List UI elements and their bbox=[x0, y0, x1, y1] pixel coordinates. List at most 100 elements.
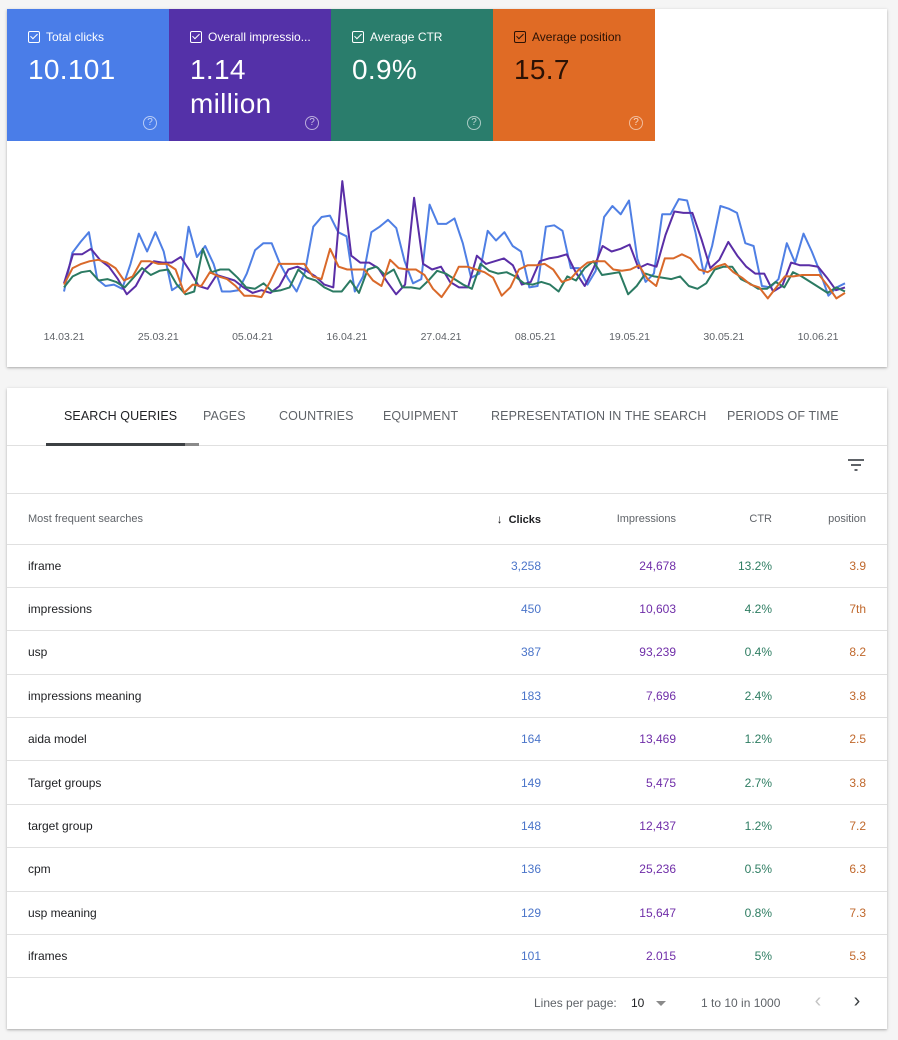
checkbox-checked-icon[interactable] bbox=[352, 31, 364, 43]
query-cell: iframes bbox=[7, 934, 431, 979]
ctr-cell: 1.2% bbox=[676, 717, 772, 762]
clicks-cell: 387 bbox=[431, 630, 541, 675]
position-cell: 7.2 bbox=[772, 804, 887, 849]
table-row[interactable]: iframe 3,258 24,678 13.2% 3.9 bbox=[7, 544, 887, 588]
table-row[interactable]: target group 148 12,437 1.2% 7.2 bbox=[7, 804, 887, 849]
x-tick-label: 14.03.21 bbox=[44, 331, 85, 343]
checkbox-checked-icon[interactable] bbox=[190, 31, 202, 43]
impressions-cell: 25,236 bbox=[541, 847, 676, 892]
metric-average-position[interactable]: Average position 15.7 ? bbox=[493, 9, 655, 141]
tab-periods-of-time[interactable]: PERIODS OF TIME bbox=[727, 409, 839, 423]
ctr-cell: 13.2% bbox=[676, 544, 772, 588]
ctr-cell: 0.5% bbox=[676, 847, 772, 892]
metric-value: 10.101 bbox=[28, 54, 116, 85]
checkbox-checked-icon[interactable] bbox=[28, 31, 40, 43]
impressions-cell: 12,437 bbox=[541, 804, 676, 849]
table-row[interactable]: impressions meaning 183 7,696 2.4% 3.8 bbox=[7, 674, 887, 719]
metric-value: 15.7 bbox=[514, 54, 570, 85]
column-header-ctr[interactable]: CTR bbox=[676, 494, 772, 545]
position-cell: 8.2 bbox=[772, 630, 887, 675]
help-icon[interactable]: ? bbox=[467, 116, 481, 130]
query-cell: target group bbox=[7, 804, 431, 849]
query-cell: aida model bbox=[7, 717, 431, 762]
position-cell: 6.3 bbox=[772, 847, 887, 892]
page-range-text: 1 to 10 in 1000 bbox=[701, 996, 781, 1010]
tab-pages[interactable]: PAGES bbox=[203, 409, 246, 423]
ctr-cell: 0.4% bbox=[676, 630, 772, 675]
table-row[interactable]: impressions 450 10,603 4.2% 7th bbox=[7, 587, 887, 632]
clicks-cell: 129 bbox=[431, 891, 541, 936]
impressions-cell: 10,603 bbox=[541, 587, 676, 632]
position-cell: 2.5 bbox=[772, 717, 887, 762]
clicks-cell: 148 bbox=[431, 804, 541, 849]
lines-per-page-select[interactable]: 10 bbox=[631, 996, 644, 1010]
tab-representation-in-search[interactable]: REPRESENTATION IN THE SEARCH bbox=[491, 409, 706, 423]
tab-equipment[interactable]: EQUIPMENT bbox=[383, 409, 458, 423]
ctr-cell: 4.2% bbox=[676, 587, 772, 632]
column-header-clicks[interactable]: ↓ Clicks bbox=[431, 494, 541, 545]
performance-card: Total clicks 10.101 ? Overall impressio.… bbox=[7, 9, 887, 367]
query-cell: impressions meaning bbox=[7, 674, 431, 719]
tab-search-queries[interactable]: SEARCH QUERIES bbox=[64, 409, 177, 423]
table-row[interactable]: usp 387 93,239 0.4% 8.2 bbox=[7, 630, 887, 675]
ctr-cell: 2.4% bbox=[676, 674, 772, 719]
impressions-cell: 93,239 bbox=[541, 630, 676, 675]
dropdown-caret-icon[interactable] bbox=[656, 1001, 666, 1006]
clicks-cell: 183 bbox=[431, 674, 541, 719]
help-icon[interactable]: ? bbox=[143, 116, 157, 130]
position-cell: 7th bbox=[772, 587, 887, 632]
x-tick-label: 25.03.21 bbox=[138, 331, 179, 343]
table-row[interactable]: cpm 136 25,236 0.5% 6.3 bbox=[7, 847, 887, 892]
series-line-total-clicks[interactable] bbox=[63, 198, 846, 297]
column-header-query[interactable]: Most frequent searches bbox=[7, 494, 431, 545]
series-layer bbox=[63, 180, 846, 300]
column-header-clicks-label: Clicks bbox=[508, 513, 541, 526]
table-row[interactable]: aida model 164 13,469 1.2% 2.5 bbox=[7, 717, 887, 762]
filter-icon[interactable] bbox=[847, 459, 865, 473]
help-icon[interactable]: ? bbox=[305, 116, 319, 130]
query-cell: iframe bbox=[7, 544, 431, 588]
impressions-cell: 5,475 bbox=[541, 760, 676, 805]
query-cell: usp meaning bbox=[7, 891, 431, 936]
query-cell: impressions bbox=[7, 587, 431, 632]
column-header-impressions[interactable]: Impressions bbox=[541, 494, 676, 545]
lines-per-page-label: Lines per page: bbox=[534, 996, 617, 1010]
ctr-cell: 5% bbox=[676, 934, 772, 979]
next-page-button[interactable]: › bbox=[847, 990, 867, 1014]
ctr-cell: 2.7% bbox=[676, 760, 772, 805]
ctr-cell: 0.8% bbox=[676, 891, 772, 936]
metric-average-ctr[interactable]: Average CTR 0.9% ? bbox=[331, 9, 493, 141]
position-cell: 3.8 bbox=[772, 760, 887, 805]
table-row[interactable]: Target groups 149 5,475 2.7% 3.8 bbox=[7, 760, 887, 805]
filter-bar bbox=[7, 446, 887, 494]
ctr-cell: 1.2% bbox=[676, 804, 772, 849]
performance-line-chart[interactable]: 14.03.21 25.03.21 05.04.21 16.04.21 27.04.21… bbox=[7, 141, 887, 367]
impressions-cell: 2.015 bbox=[541, 934, 676, 979]
clicks-cell: 149 bbox=[431, 760, 541, 805]
metric-label: Overall impressio... bbox=[208, 30, 311, 44]
x-axis-ticks: 14.03.21 25.03.21 05.04.21 16.04.21 27.04.21… bbox=[44, 331, 839, 343]
checkbox-checked-icon[interactable] bbox=[514, 31, 526, 43]
sort-down-arrow-icon: ↓ bbox=[496, 511, 503, 526]
clicks-cell: 3,258 bbox=[431, 544, 541, 588]
column-header-position[interactable]: position bbox=[772, 494, 887, 545]
help-icon[interactable]: ? bbox=[629, 116, 643, 130]
query-cell: cpm bbox=[7, 847, 431, 892]
x-tick-label: 16.04.21 bbox=[326, 331, 367, 343]
impressions-cell: 15,647 bbox=[541, 891, 676, 936]
tab-countries[interactable]: COUNTRIES bbox=[279, 409, 354, 423]
previous-page-button[interactable]: ‹ bbox=[808, 990, 828, 1014]
query-cell: usp bbox=[7, 630, 431, 675]
clicks-cell: 136 bbox=[431, 847, 541, 892]
metric-total-clicks[interactable]: Total clicks 10.101 ? bbox=[7, 9, 169, 141]
position-cell: 3.8 bbox=[772, 674, 887, 719]
table-row[interactable]: usp meaning 129 15,647 0.8% 7.3 bbox=[7, 891, 887, 936]
pagination: Lines per page: 10 1 to 10 in 1000 ‹ › bbox=[7, 977, 887, 1029]
x-tick-label: 05.04.21 bbox=[232, 331, 273, 343]
x-tick-label: 19.05.21 bbox=[609, 331, 650, 343]
metric-overall-impressions[interactable]: Overall impressio... 1.14 million ? bbox=[169, 9, 331, 141]
queries-table: Most frequent searches ↓ Clicks Impressio… bbox=[7, 494, 887, 979]
x-tick-label: 10.06.21 bbox=[798, 331, 839, 343]
position-cell: 7.3 bbox=[772, 891, 887, 936]
table-row[interactable]: iframes 101 2.015 5% 5.3 bbox=[7, 934, 887, 979]
